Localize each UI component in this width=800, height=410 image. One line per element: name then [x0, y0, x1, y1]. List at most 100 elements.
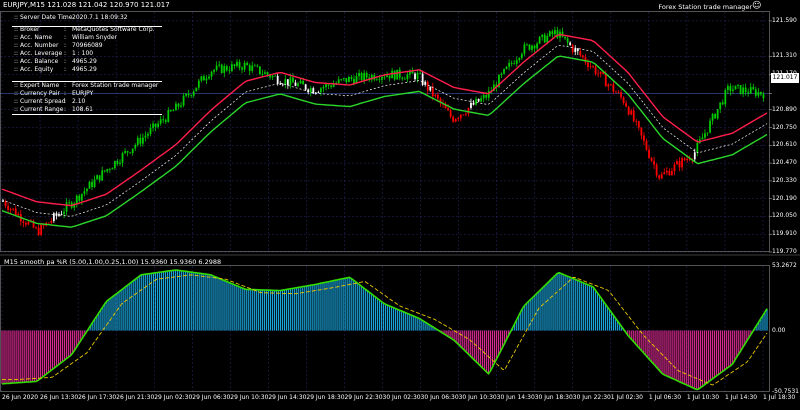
- time-tick-label: 1 Jul 10:30: [686, 394, 720, 401]
- candle-body: [96, 175, 99, 180]
- candle-body: [554, 30, 556, 35]
- info-row: :: Acc. Balance:4965.29: [14, 58, 155, 66]
- candle-body: [447, 108, 449, 111]
- candle-body: [276, 75, 279, 84]
- candle-body: [258, 66, 261, 74]
- expert-info-panel: :: Expert Name: Forex Station trade manag…: [14, 82, 158, 114]
- candle-body: [574, 48, 577, 52]
- candle-body: [393, 70, 396, 80]
- candle-body: [98, 175, 101, 181]
- candle-body: [322, 87, 325, 89]
- symbol-header: EURJPY,M15 121.028 121.042 120.970 121.0…: [3, 1, 170, 9]
- info-sep: :: [64, 90, 67, 97]
- time-tick-label: 29 Jun 10:30: [230, 394, 269, 401]
- candle-body: [643, 135, 645, 141]
- candle-body: [381, 76, 383, 80]
- candle-body: [579, 51, 582, 56]
- candle-body: [86, 188, 88, 192]
- smiley-icon[interactable]: ☺: [752, 1, 761, 11]
- price-tick-label: 120.050: [772, 212, 797, 220]
- info-key: :: Acc. Equity: [14, 66, 54, 73]
- candle-body: [375, 79, 378, 81]
- candle-body: [65, 202, 68, 212]
- candle-body: [571, 45, 574, 52]
- candle-body: [757, 92, 760, 96]
- time-tick-label: 26 Jun 2020: [2, 394, 39, 401]
- candle-body: [9, 208, 12, 210]
- candle-body: [80, 193, 83, 201]
- candle-body: [518, 58, 521, 61]
- candle-body: [60, 214, 63, 215]
- price-tick-label: 119.770: [772, 248, 797, 255]
- candle-body: [309, 88, 312, 93]
- candle-body: [101, 170, 104, 181]
- candle-body: [701, 137, 704, 140]
- candle-body: [167, 110, 170, 122]
- info-value: 4965.29: [72, 58, 97, 65]
- info-value: 108.61: [72, 106, 93, 113]
- candle-body: [119, 162, 121, 164]
- info-key: :: Server Date Time: [14, 14, 73, 21]
- candle-body: [17, 214, 20, 216]
- indicator-tick-label: 53.2672: [772, 262, 797, 269]
- info-sep: :: [64, 82, 67, 89]
- candle-body: [253, 65, 256, 67]
- candle-body: [386, 75, 388, 77]
- candle-body: [91, 181, 93, 187]
- candle-body: [22, 221, 25, 223]
- candle-body: [340, 79, 343, 80]
- info-key: :: Acc. Number: [14, 42, 59, 49]
- candle-body: [164, 120, 167, 122]
- candle-body: [264, 72, 266, 74]
- candle-body: [734, 85, 737, 90]
- candle-body: [599, 71, 602, 74]
- candle-body: [246, 62, 249, 66]
- candle-body: [7, 206, 9, 210]
- candle-body: [505, 66, 508, 69]
- candle-body: [714, 114, 717, 119]
- candle-body: [172, 110, 175, 112]
- candle-body: [108, 169, 111, 170]
- candle-body: [157, 123, 160, 127]
- info-sep: :: [64, 58, 67, 65]
- candle-body: [398, 69, 401, 78]
- candle-body: [47, 222, 50, 224]
- candle-body: [615, 91, 617, 93]
- candle-body: [625, 103, 628, 107]
- candle-body: [345, 78, 348, 83]
- candle-body: [726, 85, 729, 91]
- candle-body: [261, 73, 264, 75]
- info-value: 70966089: [72, 42, 103, 49]
- candle-body: [754, 89, 757, 96]
- candle-body: [284, 79, 287, 85]
- candle-body: [416, 72, 419, 80]
- candle-body: [630, 110, 633, 115]
- candle-body: [589, 66, 592, 68]
- candle-body: [203, 76, 205, 81]
- info-key: :: Acc. Balance: [14, 58, 59, 65]
- candle-body: [299, 80, 302, 84]
- candle-body: [205, 78, 208, 81]
- candle-body: [228, 70, 231, 72]
- info-key: :: Broker: [14, 26, 40, 33]
- candle-body: [37, 227, 40, 236]
- candle-body: [459, 114, 462, 119]
- candle-body: [220, 64, 223, 73]
- candle-body: [175, 103, 177, 111]
- candle-body: [762, 94, 765, 99]
- candle-body: [187, 93, 190, 96]
- candle-body: [587, 62, 589, 67]
- candle-body: [711, 114, 714, 121]
- info-sep: :: [64, 26, 67, 33]
- candle-body: [236, 61, 238, 67]
- candle-body: [513, 63, 516, 65]
- info-divider: [12, 114, 162, 115]
- candle-body: [640, 127, 643, 136]
- candle-body: [159, 119, 162, 124]
- time-tick-label: 29 Jun 02:30: [154, 394, 193, 401]
- candle-body: [129, 152, 132, 154]
- candle-body: [197, 80, 200, 88]
- time-tick-label: 1 Jul 02:30: [610, 394, 643, 401]
- candle-body: [200, 76, 203, 81]
- candle-body: [503, 68, 505, 74]
